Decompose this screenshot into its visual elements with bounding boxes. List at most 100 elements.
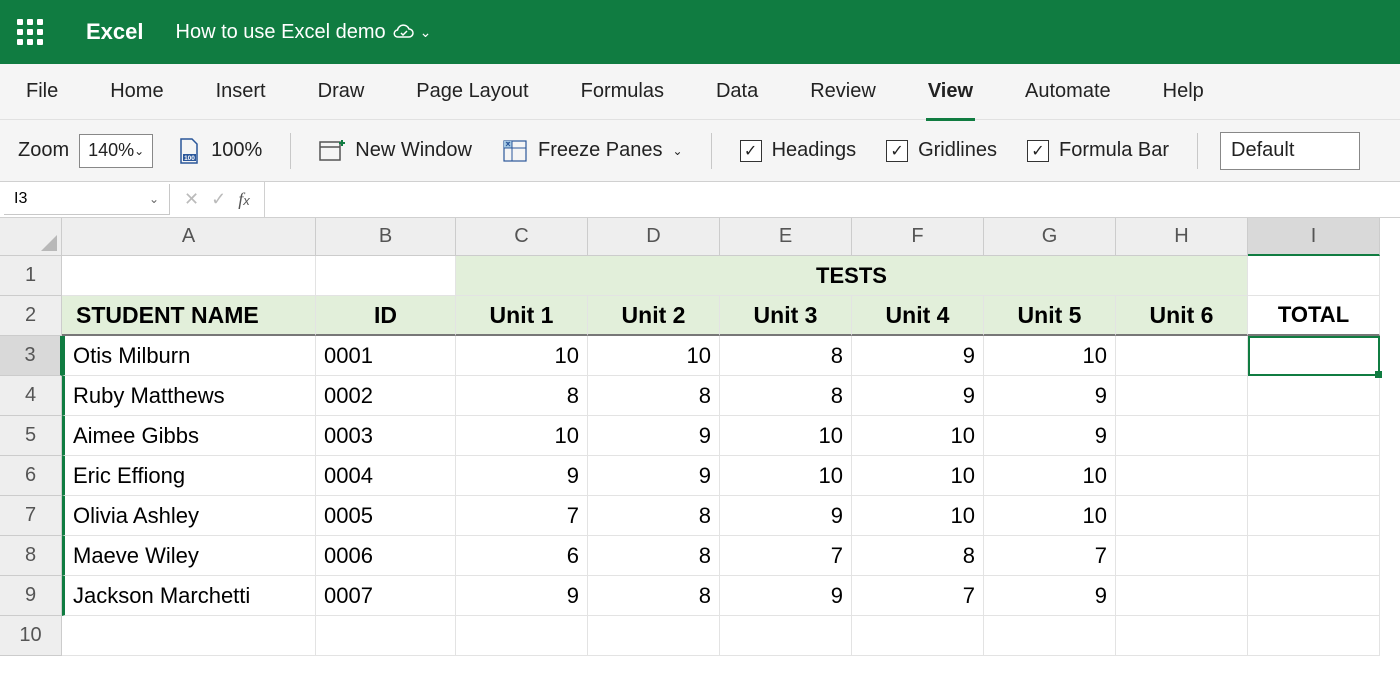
- cell[interactable]: 10: [456, 416, 588, 456]
- cell[interactable]: 9: [588, 416, 720, 456]
- tab-automate[interactable]: Automate: [1023, 74, 1113, 109]
- cell[interactable]: 10: [984, 456, 1116, 496]
- document-name[interactable]: How to use Excel demo: [176, 21, 386, 44]
- freeze-panes-button[interactable]: Freeze Panes ⌄: [496, 135, 689, 167]
- cell[interactable]: Otis Milburn: [62, 336, 316, 376]
- row-header-2[interactable]: 2: [0, 296, 62, 336]
- col-header-e[interactable]: E: [720, 218, 852, 256]
- cell[interactable]: [62, 616, 316, 656]
- cell[interactable]: [316, 256, 456, 296]
- col-header-f[interactable]: F: [852, 218, 984, 256]
- formula-input[interactable]: [265, 182, 1400, 217]
- zoom-select[interactable]: 140% ⌄: [79, 134, 153, 168]
- col-header-g[interactable]: G: [984, 218, 1116, 256]
- cell[interactable]: 10: [984, 336, 1116, 376]
- header-unit3[interactable]: Unit 3: [720, 296, 852, 336]
- row-header-10[interactable]: 10: [0, 616, 62, 656]
- cell[interactable]: 9: [852, 376, 984, 416]
- view-mode-select[interactable]: Default: [1220, 132, 1360, 170]
- cell[interactable]: [1116, 536, 1248, 576]
- col-header-c[interactable]: C: [456, 218, 588, 256]
- row-header-3[interactable]: 3: [0, 336, 62, 376]
- grid[interactable]: 1 TESTS 2 STUDENT NAME ID Unit 1 Unit 2 …: [0, 256, 1400, 656]
- cell[interactable]: 9: [720, 496, 852, 536]
- cell[interactable]: [1116, 456, 1248, 496]
- name-box[interactable]: I3 ⌄: [4, 184, 170, 215]
- cell[interactable]: [1116, 376, 1248, 416]
- cell[interactable]: 8: [588, 496, 720, 536]
- cell[interactable]: [1248, 616, 1380, 656]
- cell[interactable]: 9: [984, 576, 1116, 616]
- cancel-formula-icon[interactable]: ✕: [184, 189, 199, 210]
- cell[interactable]: 8: [720, 376, 852, 416]
- cell[interactable]: [456, 616, 588, 656]
- cell[interactable]: Eric Effiong: [62, 456, 316, 496]
- cell[interactable]: 6: [456, 536, 588, 576]
- cell[interactable]: [62, 256, 316, 296]
- cell[interactable]: [1248, 536, 1380, 576]
- row-header-1[interactable]: 1: [0, 256, 62, 296]
- row-header-9[interactable]: 9: [0, 576, 62, 616]
- app-launcher-icon[interactable]: [16, 18, 44, 46]
- tests-header-cell[interactable]: TESTS: [456, 256, 1248, 296]
- cell[interactable]: 0003: [316, 416, 456, 456]
- cell[interactable]: [1116, 336, 1248, 376]
- cell[interactable]: 10: [984, 496, 1116, 536]
- header-unit4[interactable]: Unit 4: [852, 296, 984, 336]
- cell[interactable]: 7: [852, 576, 984, 616]
- cell[interactable]: 9: [984, 416, 1116, 456]
- col-header-a[interactable]: A: [62, 218, 316, 256]
- row-header-4[interactable]: 4: [0, 376, 62, 416]
- tab-page-layout[interactable]: Page Layout: [414, 74, 530, 109]
- cell[interactable]: 0007: [316, 576, 456, 616]
- cell[interactable]: 10: [720, 456, 852, 496]
- new-window-button[interactable]: New Window: [313, 135, 478, 167]
- cell[interactable]: [1248, 416, 1380, 456]
- zoom-100-button[interactable]: 100 100%: [171, 133, 268, 169]
- cell[interactable]: [1248, 376, 1380, 416]
- tab-draw[interactable]: Draw: [316, 74, 367, 109]
- document-menu-caret-icon[interactable]: ⌄: [420, 24, 432, 41]
- cell[interactable]: 9: [456, 456, 588, 496]
- cell[interactable]: [1248, 496, 1380, 536]
- row-header-6[interactable]: 6: [0, 456, 62, 496]
- cell[interactable]: Aimee Gibbs: [62, 416, 316, 456]
- header-total[interactable]: TOTAL: [1248, 296, 1380, 336]
- cell[interactable]: Jackson Marchetti: [62, 576, 316, 616]
- cell[interactable]: 7: [984, 536, 1116, 576]
- col-header-i[interactable]: I: [1248, 218, 1380, 256]
- cell[interactable]: 10: [456, 336, 588, 376]
- cell[interactable]: 8: [588, 536, 720, 576]
- cell[interactable]: [720, 616, 852, 656]
- cell[interactable]: Maeve Wiley: [62, 536, 316, 576]
- cell[interactable]: 10: [720, 416, 852, 456]
- cell[interactable]: [1116, 496, 1248, 536]
- header-id[interactable]: ID: [316, 296, 456, 336]
- tab-home[interactable]: Home: [108, 74, 165, 109]
- cell[interactable]: 9: [852, 336, 984, 376]
- row-header-7[interactable]: 7: [0, 496, 62, 536]
- cell[interactable]: 0001: [316, 336, 456, 376]
- cell[interactable]: 9: [984, 376, 1116, 416]
- cell[interactable]: Olivia Ashley: [62, 496, 316, 536]
- cell[interactable]: 9: [588, 456, 720, 496]
- row-header-5[interactable]: 5: [0, 416, 62, 456]
- cell[interactable]: [1248, 576, 1380, 616]
- cell[interactable]: 9: [720, 576, 852, 616]
- cell[interactable]: 9: [456, 576, 588, 616]
- cell[interactable]: Ruby Matthews: [62, 376, 316, 416]
- row-header-8[interactable]: 8: [0, 536, 62, 576]
- cell[interactable]: 8: [588, 376, 720, 416]
- headings-checkbox[interactable]: Headings: [734, 135, 863, 166]
- select-all-corner[interactable]: [0, 218, 62, 256]
- fx-icon[interactable]: fx: [238, 189, 250, 210]
- cell[interactable]: 0004: [316, 456, 456, 496]
- tab-review[interactable]: Review: [808, 74, 878, 109]
- tab-file[interactable]: File: [24, 74, 60, 109]
- col-header-d[interactable]: D: [588, 218, 720, 256]
- cell[interactable]: 8: [456, 376, 588, 416]
- cell[interactable]: [1248, 456, 1380, 496]
- tab-insert[interactable]: Insert: [214, 74, 268, 109]
- cell[interactable]: [1248, 256, 1380, 296]
- cell[interactable]: 0002: [316, 376, 456, 416]
